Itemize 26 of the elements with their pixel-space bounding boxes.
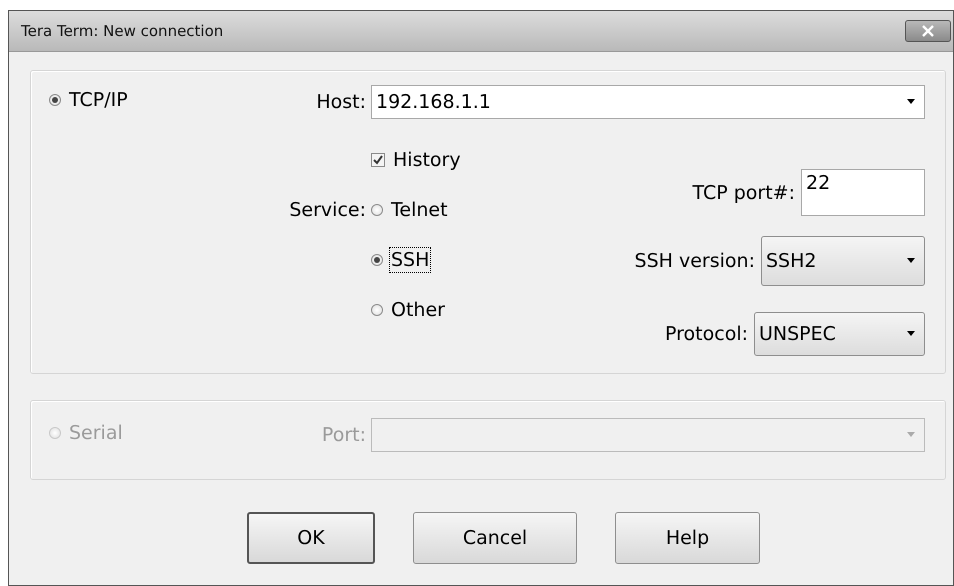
caret-icon (906, 331, 916, 337)
tcp-port-label: TCP port#: (692, 182, 795, 204)
port-label: Port: (320, 424, 366, 446)
service-radio[interactable]: SSH (371, 249, 430, 271)
ssh-version-dropdown[interactable]: SSH2 (761, 236, 925, 286)
tcp-port-field[interactable]: 22 (801, 169, 925, 216)
host-label: Host: (315, 91, 366, 113)
check-icon (372, 154, 384, 166)
close-button[interactable] (905, 20, 951, 42)
history-checkbox[interactable]: History (371, 149, 461, 171)
host-combo[interactable]: 192.168.1.1 (371, 85, 925, 119)
caret-icon (906, 99, 916, 105)
service-radio[interactable]: Telnet (371, 199, 448, 221)
ssh-version-label: SSH version: (634, 250, 755, 272)
protocol-label: Protocol: (665, 323, 748, 345)
dialog-button[interactable]: OK (247, 512, 375, 564)
protocol-dropdown[interactable]: UNSPEC (754, 312, 925, 356)
tcpip-radio[interactable]: TCP/IP (49, 89, 128, 111)
window-title: Tera Term: New connection (21, 22, 224, 40)
close-icon (921, 25, 935, 37)
service-radio[interactable]: Other (371, 299, 445, 321)
caret-icon (906, 258, 916, 264)
dialog-button[interactable]: Cancel (413, 512, 577, 564)
service-label: Service: (289, 199, 366, 221)
caret-icon (906, 432, 916, 438)
dialog-button[interactable]: Help (615, 512, 760, 564)
